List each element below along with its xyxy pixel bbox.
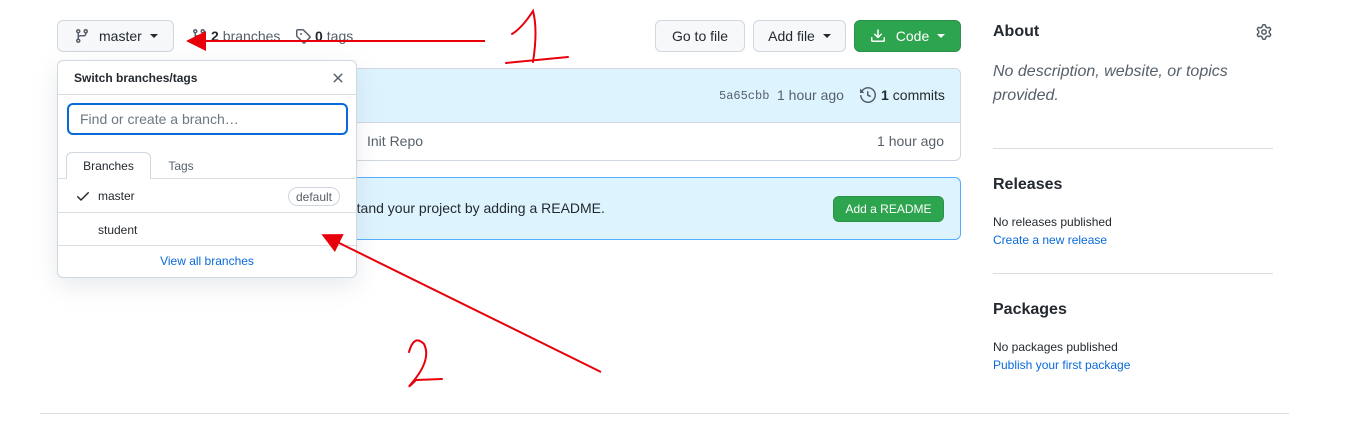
divider (58, 245, 356, 246)
publish-package-link[interactable]: Publish your first package (993, 358, 1130, 372)
branches-label: branches (222, 28, 281, 44)
chevron-down-icon (149, 34, 158, 38)
git-branch-icon (192, 29, 205, 44)
tags-count: 0 (315, 28, 323, 44)
download-icon (870, 29, 885, 42)
about-heading: About (993, 23, 1040, 40)
releases-empty-text: No releases published (993, 215, 1112, 229)
branch-search-input[interactable] (67, 103, 348, 135)
packages-empty-text: No packages published (993, 340, 1118, 354)
check-icon (77, 192, 89, 201)
branch-selector-label: master (99, 28, 142, 44)
add-file-button[interactable]: Add file (753, 20, 846, 52)
branch-name: student (98, 223, 138, 237)
add-readme-button[interactable]: Add a README (833, 196, 944, 222)
readme-banner-text: rstand your project by adding a README. (345, 200, 605, 216)
view-all-branches-link[interactable]: View all branches (58, 254, 356, 268)
branch-item-student[interactable]: student (58, 213, 356, 246)
branch-selector-button[interactable]: master (57, 20, 174, 52)
dropdown-title: Switch branches/tags (74, 71, 198, 85)
tab-tags[interactable]: Tags (154, 152, 208, 179)
file-commit-time: 1 hour ago (877, 133, 944, 149)
chevron-down-icon (937, 34, 946, 38)
tags-label: tags (326, 28, 354, 44)
branch-name: master (98, 189, 135, 203)
branches-count: 2 (211, 28, 219, 44)
divider (993, 273, 1273, 274)
commits-link[interactable]: 1 commits (860, 87, 945, 103)
history-icon (860, 87, 876, 103)
annotation-arrow-2 (321, 234, 602, 373)
close-icon[interactable] (330, 70, 346, 86)
add-file-label: Add file (768, 28, 815, 44)
branches-link[interactable]: 2 branches (191, 20, 280, 52)
branch-item-master[interactable]: master default (58, 179, 356, 212)
annotation-number-2-stroke (408, 339, 443, 388)
code-button[interactable]: Code (854, 20, 961, 52)
tags-link[interactable]: 0 tags (295, 20, 353, 52)
commits-count: 1 (881, 87, 889, 103)
commit-sha[interactable]: 5a65cbb (719, 89, 769, 103)
divider (993, 148, 1273, 149)
tag-icon (296, 29, 311, 44)
annotation-number-1-stroke (505, 8, 569, 64)
releases-heading[interactable]: Releases (993, 176, 1062, 194)
go-to-file-button[interactable]: Go to file (655, 20, 745, 52)
gear-icon[interactable] (1256, 24, 1272, 40)
file-commit-message[interactable]: Init Repo (367, 133, 423, 149)
branch-switcher-dropdown: Switch branches/tags Branches Tags maste… (57, 60, 357, 278)
git-branch-icon (75, 29, 88, 44)
commit-time: 1 hour ago (777, 87, 844, 103)
commits-label: commits (892, 87, 945, 103)
chevron-down-icon (822, 34, 831, 38)
footer-divider (40, 413, 1289, 414)
default-badge: default (287, 187, 340, 206)
code-label: Code (895, 28, 930, 44)
packages-heading[interactable]: Packages (993, 301, 1067, 319)
tab-branches[interactable]: Branches (66, 152, 151, 179)
create-release-link[interactable]: Create a new release (993, 233, 1107, 247)
go-to-file-label: Go to file (671, 28, 729, 44)
about-description: No description, website, or topics provi… (993, 63, 1228, 104)
divider (58, 94, 356, 95)
